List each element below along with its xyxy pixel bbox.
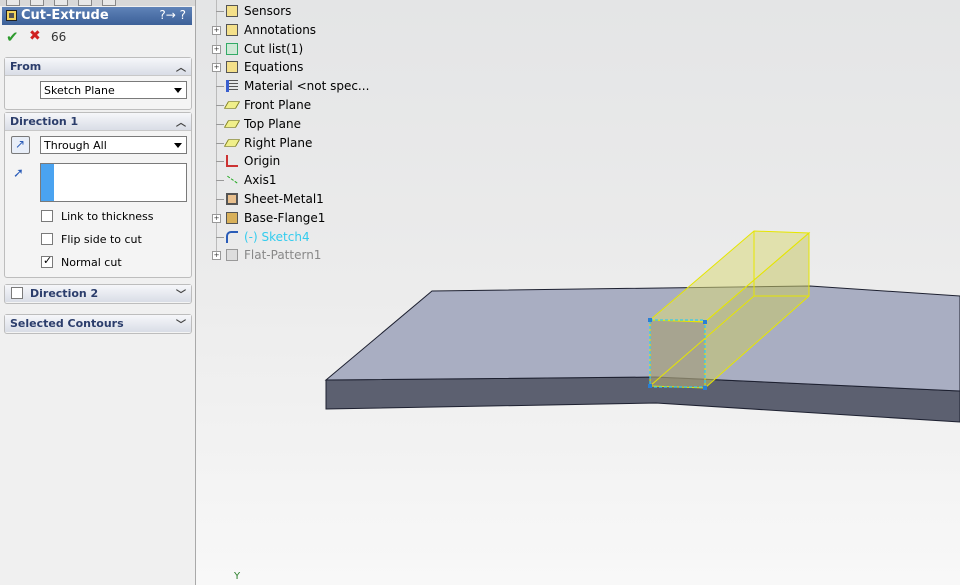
sketch-icon	[226, 230, 238, 243]
cut-list-icon	[226, 42, 238, 55]
tree-item-label: Top Plane	[244, 116, 301, 131]
expand-icon[interactable]: +	[212, 213, 221, 223]
plane-icon	[223, 120, 241, 128]
tree-branch-line	[216, 105, 224, 106]
tree-item[interactable]: + Cut list(1)	[212, 40, 412, 58]
base-flange-icon	[226, 211, 238, 224]
tree-branch-line	[216, 161, 224, 163]
expand-icon[interactable]: +	[212, 251, 221, 261]
tree-item[interactable]: + Equations	[212, 58, 412, 76]
sheet-metal-icon	[226, 193, 238, 205]
tree-item[interactable]: Front Plane	[212, 96, 412, 114]
plane-icon	[223, 101, 241, 109]
tree-item[interactable]: + Base-Flange1	[212, 209, 412, 227]
tree-item[interactable]: + Flat-Pattern1	[212, 246, 412, 264]
tree-item[interactable]: Axis1	[212, 171, 412, 193]
tree-item-label: Material <not spec...	[244, 79, 370, 94]
tree-item-label: Origin	[244, 154, 281, 169]
tree-branch-line	[216, 123, 224, 125]
tree-item-label: Annotations	[244, 22, 317, 37]
tree-item-label: Cut list(1)	[244, 41, 304, 56]
material-icon	[226, 80, 238, 93]
tree-item-label: (-) Sketch4	[244, 229, 310, 244]
tree-branch-line	[216, 236, 224, 238]
tree-item[interactable]: Sensors	[212, 2, 412, 20]
equations-icon	[226, 61, 238, 74]
model-view[interactable]	[0, 0, 960, 585]
tree-item[interactable]: Origin	[212, 152, 412, 170]
sensors-icon	[226, 5, 238, 17]
annotations-icon	[226, 23, 238, 36]
triad-y-axis-label: Y	[234, 571, 241, 582]
tree-item-label: Front Plane	[244, 98, 312, 112]
tree-branch-line	[216, 142, 224, 144]
tree-item-label: Axis1	[244, 173, 277, 188]
tree-item[interactable]: (-) Sketch4	[212, 228, 412, 246]
origin-icon	[226, 155, 238, 168]
plane-icon	[223, 138, 241, 147]
expand-icon[interactable]: +	[212, 63, 221, 73]
tree-item-label: Flat-Pattern1	[244, 248, 322, 263]
tree-branch-line	[216, 86, 224, 88]
tree-item-label: Base-Flange1	[244, 210, 326, 225]
tree-item[interactable]: Top Plane	[212, 115, 412, 133]
tree-item[interactable]: Material <not spec...	[212, 77, 412, 95]
expand-icon[interactable]: +	[212, 25, 221, 35]
plate-top-face	[324, 285, 960, 392]
tree-item[interactable]: Sheet-Metal1	[212, 190, 412, 208]
tree-branch-line	[216, 199, 224, 200]
tree-item[interactable]: Right Plane	[212, 134, 412, 152]
tree-item-label: Equations	[244, 60, 304, 75]
tree-item-label: Sensors	[244, 4, 292, 18]
tree-item-label: Sheet-Metal1	[244, 192, 324, 206]
expand-icon[interactable]: +	[212, 44, 221, 54]
tree-item-label: Right Plane	[244, 135, 313, 150]
flat-pattern-icon	[226, 249, 238, 262]
tree-branch-line	[216, 11, 224, 12]
tree-item[interactable]: + Annotations	[212, 21, 412, 39]
